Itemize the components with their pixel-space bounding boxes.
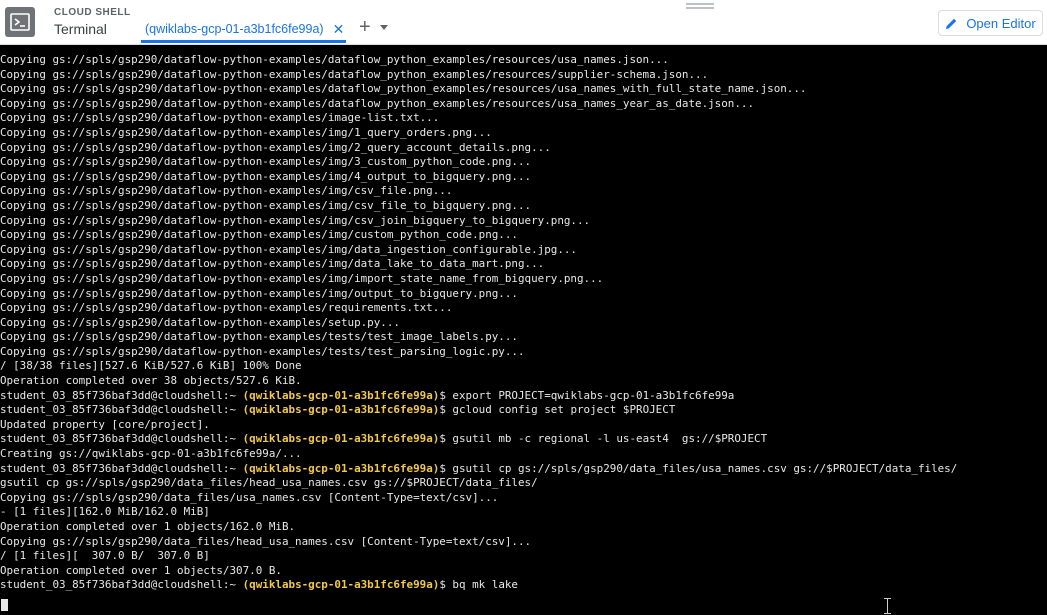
shell-prompt: student_03_85f736baf3dd@cloudshell:~ (0, 403, 243, 417)
terminal-line: Copying gs://spls/gsp290/dataflow-python… (0, 271, 604, 285)
terminal-line: Copying gs://spls/gsp290/dataflow-python… (0, 155, 532, 169)
shell-command: $ bq mk lake (439, 578, 518, 592)
terminal-line: Operation completed over 38 objects/527.… (0, 374, 302, 388)
shell-prompt: student_03_85f736baf3dd@cloudshell:~ (0, 432, 243, 446)
close-icon[interactable]: ✕ (333, 22, 345, 36)
terminal-line: Copying gs://spls/gsp290/dataflow-python… (0, 53, 669, 66)
terminal-line: Copying gs://spls/gsp290/dataflow-python… (0, 286, 518, 300)
shell-command: $ gcloud config set project $PROJECT (439, 403, 676, 417)
terminal-line: Copying gs://spls/gsp290/dataflow-python… (0, 315, 400, 329)
terminal-line: / [38/38 files][527.6 KiB/527.6 KiB] 100… (0, 359, 302, 373)
shell-command: $ gsutil cp gs://spls/gsp290/data_files/… (439, 461, 958, 475)
app-title: Terminal (54, 21, 107, 37)
terminal-line: / [1 files][ 307.0 B/ 307.0 B] (0, 549, 210, 563)
terminal-line: Copying gs://spls/gsp290/dataflow-python… (0, 213, 591, 227)
terminal-line: Operation completed over 1 objects/162.0… (0, 520, 296, 533)
terminal-prompt-line: student_03_85f736baf3dd@cloudshell:~ (qw… (0, 403, 1047, 418)
terminal-line: Copying gs://spls/gsp290/dataflow-python… (0, 125, 492, 139)
terminal-line: Copying gs://spls/gsp290/dataflow-python… (0, 228, 518, 242)
drag-handle-icon[interactable] (686, 3, 714, 11)
terminal-line: Copying gs://spls/gsp290/dataflow-python… (0, 344, 525, 358)
chevron-down-icon[interactable] (380, 25, 388, 30)
add-tab-icon[interactable]: + (359, 17, 371, 37)
terminal-prompt-line: student_03_85f736baf3dd@cloudshell:~ (qw… (0, 432, 1047, 447)
project-id: (qwiklabs-gcp-01-a3b1fc6fe99a) (242, 432, 440, 446)
tab-label: (qwiklabs-gcp-01-a3b1fc6fe99a) (145, 22, 324, 36)
terminal-line: Copying gs://spls/gsp290/dataflow-python… (0, 111, 440, 125)
text-cursor-icon (884, 598, 891, 614)
terminal-line: Copying gs://spls/gsp290/data_files/head… (0, 534, 532, 548)
project-id: (qwiklabs-gcp-01-a3b1fc6fe99a) (242, 388, 440, 402)
terminal-line: Copying gs://spls/gsp290/dataflow-python… (0, 169, 532, 183)
pencil-icon (946, 18, 957, 29)
terminal-line: Updated property [core/project]. (0, 417, 210, 431)
project-id: (qwiklabs-gcp-01-a3b1fc6fe99a) (242, 403, 440, 417)
cloud-shell-logo-icon (5, 7, 35, 37)
project-id: (qwiklabs-gcp-01-a3b1fc6fe99a) (242, 578, 440, 592)
terminal-line: Copying gs://spls/gsp290/dataflow-python… (0, 257, 545, 271)
terminal-line: Copying gs://spls/gsp290/dataflow-python… (0, 198, 532, 212)
terminal-prompt-line: student_03_85f736baf3dd@cloudshell:~ (qw… (0, 462, 1047, 477)
terminal-cursor (1, 599, 8, 611)
app-kicker: CLOUD SHELL (54, 7, 131, 18)
terminal-line: Copying gs://spls/gsp290/dataflow-python… (0, 184, 453, 198)
terminal-output[interactable]: Copying gs://spls/gsp290/dataflow-python… (0, 53, 1047, 615)
open-editor-label: Open Editor (966, 15, 1036, 31)
shell-command: $ gsutil mb -c regional -l us-east4 gs:/… (439, 432, 768, 446)
terminal-line: Copying gs://spls/gsp290/dataflow-python… (0, 82, 807, 96)
shell-prompt: student_03_85f736baf3dd@cloudshell:~ (0, 578, 243, 592)
cloud-shell-header: CLOUD SHELL Terminal (qwiklabs-gcp-01-a3… (0, 0, 1047, 45)
shell-command: $ export PROJECT=qwiklabs-gcp-01-a3b1fc6… (439, 388, 735, 402)
terminal-line: Copying gs://spls/gsp290/dataflow-python… (0, 242, 577, 256)
open-editor-button[interactable]: Open Editor (938, 10, 1043, 36)
terminal-line: gsutil cp gs://spls/gsp290/data_files/he… (0, 476, 538, 490)
project-id: (qwiklabs-gcp-01-a3b1fc6fe99a) (242, 461, 440, 475)
terminal-line: Copying gs://spls/gsp290/dataflow-python… (0, 301, 453, 315)
terminal-line: Copying gs://spls/gsp290/data_files/usa_… (0, 490, 499, 504)
terminal-prompt-line: student_03_85f736baf3dd@cloudshell:~ (qw… (0, 389, 1047, 404)
terminal-line: Copying gs://spls/gsp290/dataflow-python… (0, 67, 709, 81)
tab-terminal-session[interactable]: (qwiklabs-gcp-01-a3b1fc6fe99a) ✕ (141, 18, 346, 43)
shell-prompt: student_03_85f736baf3dd@cloudshell:~ (0, 461, 243, 475)
shell-prompt: student_03_85f736baf3dd@cloudshell:~ (0, 388, 243, 402)
terminal-line: Operation completed over 1 objects/307.0… (0, 563, 282, 577)
terminal-line: Copying gs://spls/gsp290/dataflow-python… (0, 330, 518, 344)
terminal-line: Creating gs://qwiklabs-gcp-01-a3b1fc6fe9… (0, 447, 302, 461)
terminal-prompt-line: student_03_85f736baf3dd@cloudshell:~ (qw… (0, 578, 1047, 593)
terminal-line: - [1 files][162.0 MiB/162.0 MiB] (0, 505, 210, 519)
terminal-line: Copying gs://spls/gsp290/dataflow-python… (0, 140, 551, 154)
terminal-line: Copying gs://spls/gsp290/dataflow-python… (0, 96, 755, 110)
